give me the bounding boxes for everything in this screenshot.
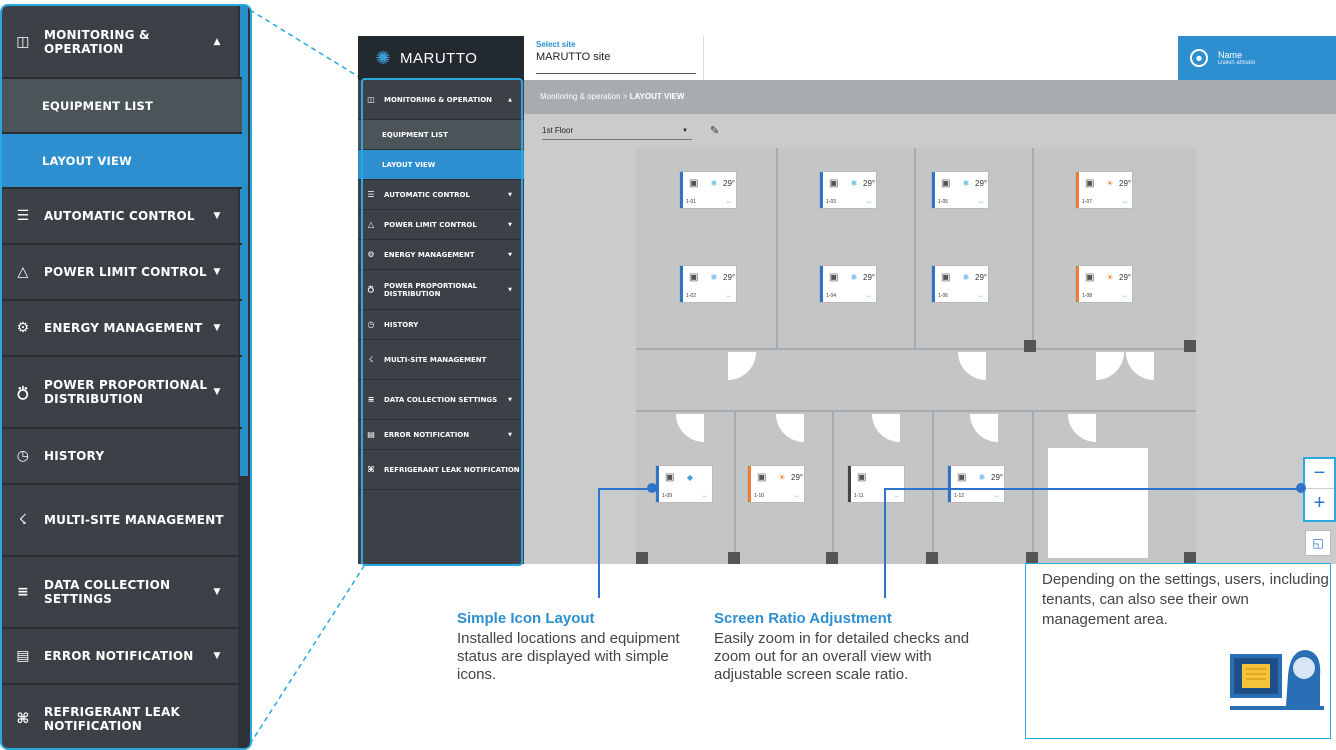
fan-value: 29°	[1119, 273, 1132, 282]
link-icon: ↔	[794, 493, 800, 499]
zoom-controls: − +	[1303, 457, 1336, 522]
equipment-unit[interactable]: ▣ ❄ 29° 1-03 ↔	[820, 172, 876, 208]
equipment-unit[interactable]: ▣ ❄ 29° 1-06 ↔	[932, 266, 988, 302]
equipment-unit[interactable]: ▣ ❄ 29° 1-05 ↔	[932, 172, 988, 208]
cooling-icon: ❄	[710, 273, 718, 282]
breadcrumb: Monitoring & operation > LAYOUT VIEW	[524, 80, 1336, 114]
fan-value	[699, 471, 709, 485]
callout-dot	[1296, 483, 1306, 493]
edit-pencil-icon[interactable]: ✎	[710, 124, 719, 137]
fan-mode-icon: ◆	[686, 473, 694, 482]
equipment-unit[interactable]: ▣ ◆ 1-09 ↔	[656, 466, 712, 502]
fan-value: 29°	[975, 179, 988, 188]
ac-unit-icon: ▣	[665, 472, 675, 483]
feature-desc-simple-icon-layout: Installed locations and equipment status…	[457, 630, 680, 683]
site-selector-value: MARUTTO site	[536, 51, 611, 63]
ac-unit-icon: ▣	[757, 472, 767, 483]
ac-unit-icon: ▣	[1085, 272, 1095, 283]
equipment-unit[interactable]: ▣ ❄ 29° 1-04 ↔	[820, 266, 876, 302]
link-icon: ↔	[866, 199, 872, 205]
fan-value: 29°	[1119, 179, 1132, 188]
ac-unit-icon: ▣	[829, 178, 839, 189]
fan-value: 29°	[723, 273, 736, 282]
feature-desc-screen-ratio: Easily zoom in for detailed checks and z…	[714, 630, 970, 683]
ac-unit-icon: ▣	[1085, 178, 1095, 189]
feature-title-simple-icon-layout: Simple Icon Layout	[457, 610, 595, 627]
cooling-icon: ❄	[962, 273, 970, 282]
equipment-unit[interactable]: ▣ ☀ 29° 1-07 ↔	[1076, 172, 1132, 208]
tenant-note-text: Depending on the settings, users, includ…	[1042, 571, 1329, 628]
ac-unit-icon: ▣	[941, 178, 951, 189]
header-divider	[703, 36, 704, 80]
breadcrumb-parent[interactable]: Monitoring & operation >	[540, 92, 627, 101]
link-icon: ↔	[1122, 199, 1128, 205]
fan-value: 29°	[863, 273, 876, 282]
link-icon: ↔	[726, 199, 732, 205]
staircase	[1048, 448, 1148, 558]
site-selector[interactable]: Select site MARUTTO site	[536, 40, 696, 74]
equipment-unit[interactable]: ▣ ☀ 29° 1-08 ↔	[1076, 266, 1132, 302]
equipment-unit[interactable]: ▣ ❄ 29° 1-02 ↔	[680, 266, 736, 302]
tenant-note-box: Depending on the settings, users, includ…	[1025, 563, 1331, 739]
floor-select[interactable]: 1st Floor ▼	[542, 124, 692, 140]
link-icon: ↔	[978, 199, 984, 205]
floor-plan: ▣ ❄ 29° 1-01 ↔ ▣ ❄ 29° 1-03 ↔ ▣ ❄ 29° 1-05 ↔ ▣ ☀ 29° 1-…	[636, 148, 1196, 564]
fan-value: 29°	[791, 473, 804, 482]
heating-icon: ☀	[1106, 273, 1114, 282]
ac-unit-icon: ▣	[957, 472, 967, 483]
fan-value: 29°	[991, 473, 1004, 482]
link-icon: ↔	[994, 493, 1000, 499]
side-menu-highlight	[361, 78, 523, 566]
link-icon: ↔	[1122, 293, 1128, 299]
zoom-in-button[interactable]: +	[1305, 489, 1334, 519]
user-affiliation: Daikin affiliate	[1218, 60, 1256, 66]
fan-value: 29°	[723, 179, 736, 188]
cooling-icon: ❄	[962, 179, 970, 188]
ac-unit-icon: ▣	[941, 272, 951, 283]
cooling-icon: ❄	[978, 473, 986, 482]
ac-unit-icon: ▣	[689, 272, 699, 283]
fit-screen-icon[interactable]: ◱	[1305, 530, 1331, 556]
equipment-unit[interactable]: ▣ ❄ 29° 1-01 ↔	[680, 172, 736, 208]
heating-icon: ☀	[778, 473, 786, 482]
feature-title-screen-ratio: Screen Ratio Adjustment	[714, 610, 892, 627]
breadcrumb-current: LAYOUT VIEW	[629, 92, 685, 101]
equipment-unit[interactable]: ▣ ❄ 29° 1-12 ↔	[948, 466, 1004, 502]
link-icon: ↔	[894, 493, 900, 499]
link-icon: ↔	[866, 293, 872, 299]
equipment-unit[interactable]: ▣ 1-11 ↔	[848, 466, 904, 502]
app-logo[interactable]: ✺ MARUTTO	[358, 36, 524, 80]
equipment-unit[interactable]: ▣ ☀ 29° 1-10 ↔	[748, 466, 804, 502]
link-icon: ↔	[978, 293, 984, 299]
user-name: Name	[1218, 50, 1243, 60]
cooling-icon: ❄	[850, 273, 858, 282]
cooling-icon: ❄	[710, 179, 718, 188]
site-selector-label: Select site	[536, 40, 576, 49]
heating-icon: ☀	[1106, 179, 1114, 188]
ac-unit-icon: ▣	[857, 472, 867, 483]
ac-unit-icon: ▣	[689, 178, 699, 189]
floor-select-value: 1st Floor	[542, 126, 574, 135]
tenant-computer-icon	[1230, 650, 1324, 710]
fan-value	[891, 471, 901, 485]
zoom-out-button[interactable]: −	[1305, 459, 1334, 489]
ac-unit-icon: ▣	[829, 272, 839, 283]
fan-value: 29°	[975, 273, 988, 282]
cooling-icon: ❄	[850, 179, 858, 188]
link-icon: ↔	[702, 493, 708, 499]
chevron-down-icon: ▼	[682, 128, 688, 134]
fan-value: 29°	[863, 179, 876, 188]
link-icon: ↔	[726, 293, 732, 299]
avatar-icon: ☻	[1190, 49, 1208, 67]
user-menu[interactable]: ☻ Name Daikin affiliate	[1178, 36, 1336, 80]
logo-icon: ✺	[375, 48, 391, 68]
